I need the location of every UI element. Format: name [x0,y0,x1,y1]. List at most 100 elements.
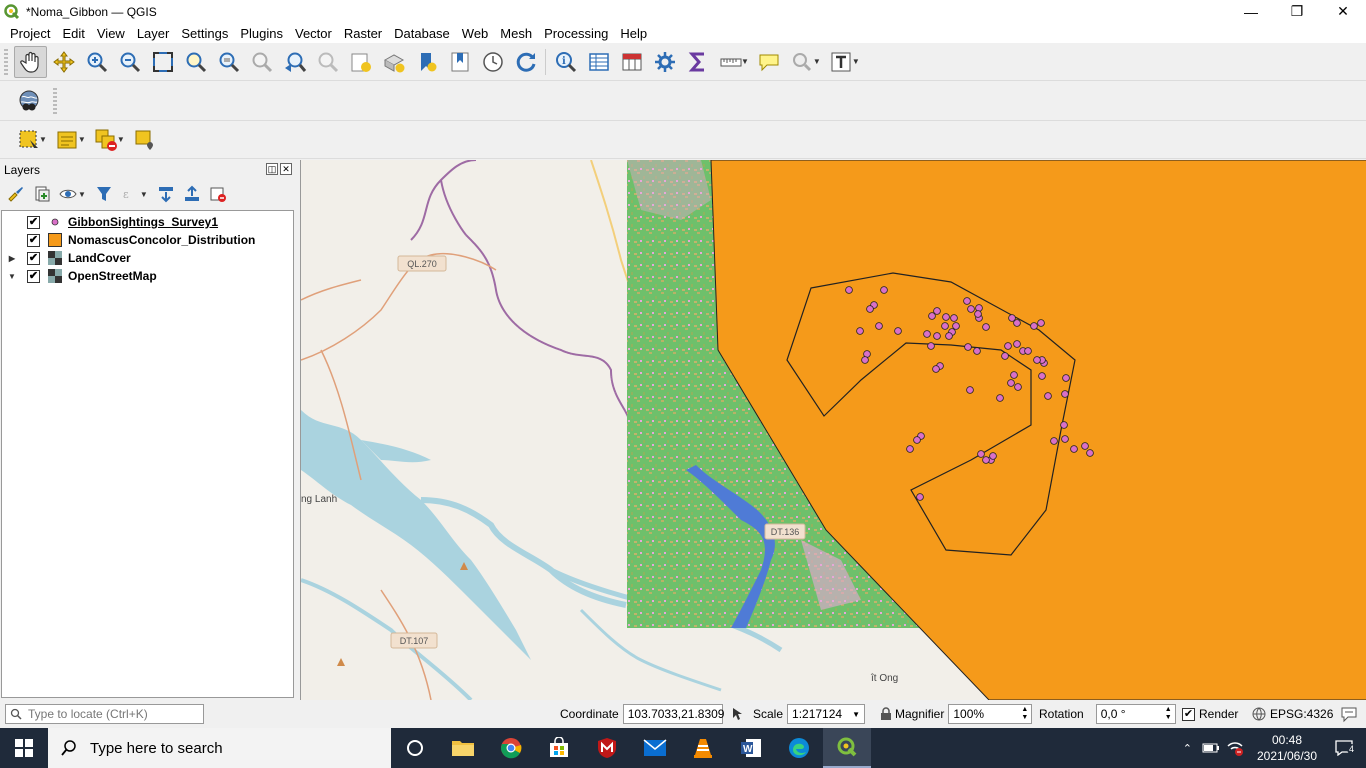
file-explorer-app[interactable] [439,728,487,768]
collapse-all-button[interactable] [180,182,204,206]
scale-dropdown-icon[interactable]: ▼ [852,710,860,719]
menu-mesh[interactable]: Mesh [494,26,538,41]
zoom-to-selection-button[interactable] [179,46,212,78]
layer-styling-button[interactable] [4,182,28,206]
menu-view[interactable]: View [91,26,131,41]
rotation-spinbox[interactable]: 0,0 ° ▲ ▼ [1095,704,1176,724]
toolbar-grip[interactable] [53,87,57,114]
zoom-full-button[interactable] [146,46,179,78]
locator-dropdown-icon[interactable]: ▼ [813,57,821,66]
pan-map-button[interactable] [14,45,47,78]
crs-group[interactable]: EPSG:4326 [1252,704,1333,724]
spin-arrows-icon[interactable]: ▲ ▼ [1165,706,1172,722]
spin-arrows-icon[interactable]: ▲ ▼ [1021,706,1028,722]
refresh-button[interactable] [509,46,542,78]
layer-visibility-checkbox[interactable]: ✔ [27,233,40,247]
map-tips-button[interactable] [753,46,786,78]
mcafee-app[interactable] [583,728,631,768]
show-bookmarks-button[interactable] [443,46,476,78]
tray-overflow-icon[interactable]: ⌃ [1183,742,1192,755]
zoom-to-layer-button[interactable] [212,46,245,78]
taskbar-search-input[interactable]: Type here to search [48,728,391,768]
expand-all-button[interactable] [154,182,178,206]
layer-item-nomascus-distribution[interactable]: ✔ NomascusConcolor_Distribution [2,231,293,249]
battery-icon[interactable] [1202,741,1220,755]
layer-visibility-checkbox[interactable]: ✔ [27,251,40,265]
select-dropdown-icon[interactable]: ▼ [39,135,47,144]
statistical-summary-button[interactable] [681,46,714,78]
filter-by-expression-button[interactable]: ε [118,182,142,206]
filter-dropdown-icon[interactable]: ▼ [140,190,148,199]
deselect-dropdown-icon[interactable]: ▼ [117,135,125,144]
measure-dropdown-icon[interactable]: ▼ [741,57,749,66]
vlc-app[interactable] [679,728,727,768]
render-checkbox[interactable]: ✔ [1182,707,1195,721]
new-3d-map-view-button[interactable] [377,46,410,78]
menu-vector[interactable]: Vector [289,26,338,41]
select-attr-dropdown-icon[interactable]: ▼ [78,135,86,144]
pan-to-selection-button[interactable] [47,46,80,78]
annotation-dropdown-icon[interactable]: ▼ [852,57,860,66]
zoom-next-button[interactable] [311,46,344,78]
remove-layer-button[interactable] [206,182,230,206]
layer-visibility-checkbox[interactable]: ✔ [27,215,40,229]
layer-item-landcover[interactable]: ▶ ✔ LandCover [2,249,293,267]
close-panel-icon[interactable]: ✕ [280,163,292,175]
float-panel-icon[interactable]: ◫ [266,163,278,175]
network-icon[interactable] [1226,740,1244,756]
toolbox-button[interactable] [648,46,681,78]
menu-database[interactable]: Database [388,26,456,41]
start-button[interactable] [0,728,48,768]
menu-web[interactable]: Web [456,26,495,41]
field-calculator-button[interactable] [615,46,648,78]
magnifier-spinbox[interactable]: 100% ▲ ▼ [948,704,1033,724]
lock-icon[interactable] [879,707,893,721]
add-group-button[interactable] [30,182,54,206]
zoom-out-button[interactable] [113,46,146,78]
menu-edit[interactable]: Edit [56,26,90,41]
themes-dropdown-icon[interactable]: ▼ [78,190,86,199]
menu-layer[interactable]: Layer [131,26,176,41]
system-clock[interactable]: 00:48 2021/06/30 [1252,732,1322,764]
menu-raster[interactable]: Raster [338,26,388,41]
expand-arrow-icon[interactable]: ▶ [5,254,19,263]
manage-themes-button[interactable] [56,182,80,206]
zoom-last-button[interactable] [278,46,311,78]
toolbar-grip[interactable] [4,48,8,75]
locator-search-input[interactable]: Type to locate (Ctrl+K) [5,704,204,724]
menu-help[interactable]: Help [614,26,653,41]
menu-project[interactable]: Project [4,26,56,41]
close-button[interactable]: ✕ [1320,0,1366,23]
mouse-pointer-icon[interactable] [729,706,745,722]
edge-app[interactable] [775,728,823,768]
layer-item-gibbon-sightings[interactable]: ✔ GibbonSightings_Survey1 [2,213,293,231]
scale-combobox[interactable]: 1:217124 ▼ [787,704,866,724]
menu-processing[interactable]: Processing [538,26,614,41]
temporal-controller-button[interactable] [476,46,509,78]
identify-features-button[interactable]: i [549,46,582,78]
menu-settings[interactable]: Settings [175,26,234,41]
word-app[interactable]: W [727,728,775,768]
filter-legend-button[interactable] [92,182,116,206]
layer-visibility-checkbox[interactable]: ✔ [27,269,40,283]
layer-item-openstreetmap[interactable]: ▼ ✔ OpenStreetMap [2,267,293,285]
collapse-arrow-icon[interactable]: ▼ [5,272,19,281]
new-map-view-button[interactable] [344,46,377,78]
new-bookmark-button[interactable] [410,46,443,78]
attribute-table-button[interactable] [582,46,615,78]
store-app[interactable] [535,728,583,768]
chrome-app[interactable] [487,728,535,768]
minimize-button[interactable]: — [1228,0,1274,23]
messages-button[interactable] [1340,704,1358,724]
notification-center-button[interactable]: 4 [1322,728,1366,768]
qgis-app[interactable] [823,728,871,768]
zoom-in-button[interactable] [80,46,113,78]
quickmapservices-button[interactable] [12,85,45,117]
map-canvas[interactable]: QL.270 DT.107 DT.136 ng Lanh ît Ong [300,160,1366,700]
mail-app[interactable] [631,728,679,768]
select-by-location-button[interactable] [129,124,162,156]
menu-plugins[interactable]: Plugins [234,26,289,41]
coordinate-field[interactable]: 103.7033,21.8309 [622,704,724,724]
task-view-button[interactable] [391,728,439,768]
zoom-native-button[interactable] [245,46,278,78]
